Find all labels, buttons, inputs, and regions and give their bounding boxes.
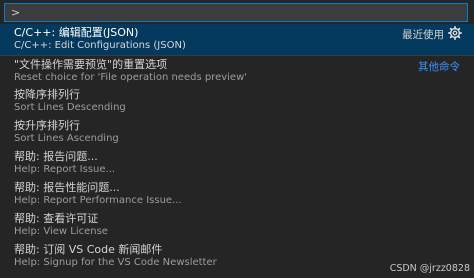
command-input-box[interactable] [4,3,468,22]
other-commands-label: 其他命令 [418,61,460,73]
command-item-reset-file-preview[interactable]: "文件操作需要预览"的重置选项 Reset choice for 'File o… [0,55,474,86]
command-label: 帮助: 报告性能问题... [14,181,120,194]
gear-icon[interactable] [448,26,462,40]
command-item-sort-desc[interactable]: 按降序排列行 Sort Lines Descending [0,86,474,117]
command-item-edit-configurations[interactable]: C/C++: 编辑配置(JSON) C/C++: Edit Configurat… [0,24,474,55]
command-item-view-license[interactable]: 帮助: 查看许可证 Help: View License [0,210,474,241]
command-detail: Help: Report Issue... [14,164,116,175]
watermark: CSDN @jrzz0828 [389,263,470,274]
command-list: C/C++: 编辑配置(JSON) C/C++: Edit Configurat… [0,24,474,272]
command-label: 帮助: 订阅 VS Code 新闻邮件 [14,243,163,256]
command-detail: Help: View License [14,226,108,237]
command-detail: Sort Lines Ascending [14,133,119,144]
command-detail: Reset choice for 'File operation needs p… [14,72,248,83]
command-label: 按降序排列行 [14,88,80,101]
command-item-report-performance[interactable]: 帮助: 报告性能问题... Help: Report Performance I… [0,179,474,210]
command-input[interactable] [5,4,467,21]
recently-used-badge: 最近使用 [402,29,444,41]
command-label: "文件操作需要预览"的重置选项 [14,58,168,71]
command-detail: Sort Lines Descending [14,102,126,113]
command-label: 帮助: 查看许可证 [14,212,99,225]
command-palette: C/C++: 编辑配置(JSON) C/C++: Edit Configurat… [0,0,474,278]
command-item-sort-asc[interactable]: 按升序排列行 Sort Lines Ascending [0,117,474,148]
command-detail: Help: Report Performance Issue... [14,195,182,206]
command-label: 帮助: 报告问题... [14,150,98,163]
command-label: 按升序排列行 [14,119,80,132]
command-item-report-issue[interactable]: 帮助: 报告问题... Help: Report Issue... [0,148,474,179]
